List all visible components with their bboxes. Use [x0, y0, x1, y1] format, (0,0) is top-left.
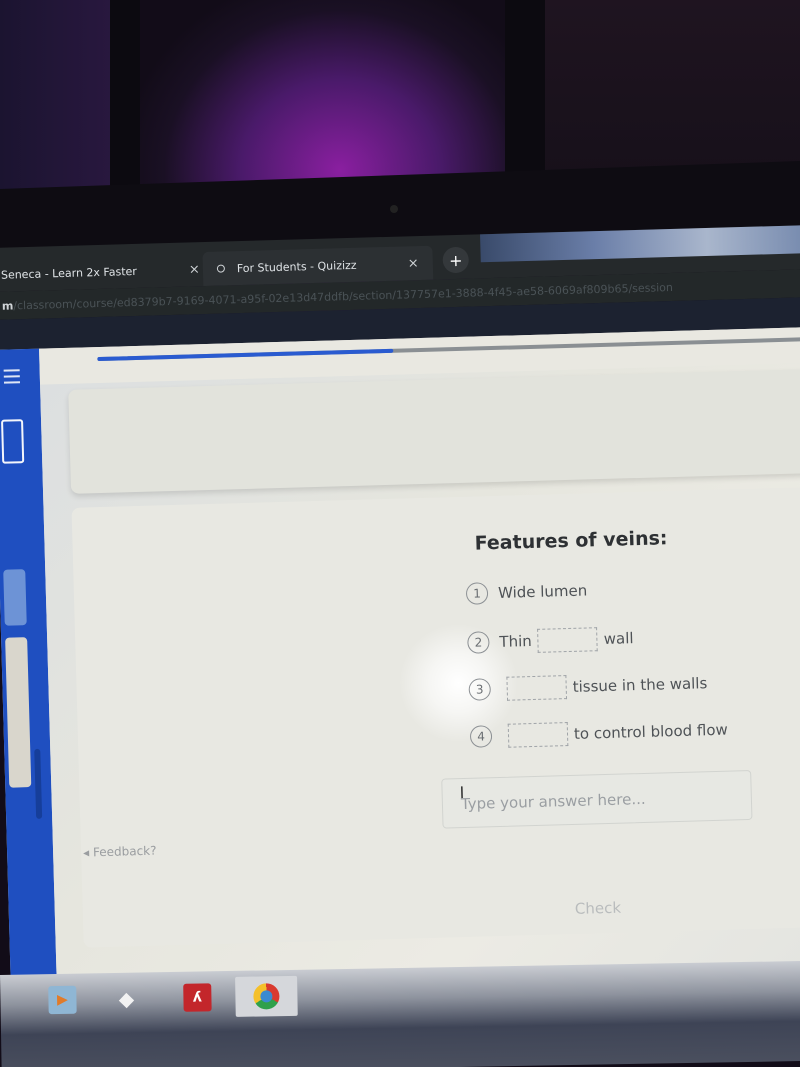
dropbox-icon[interactable]: ◆: [112, 985, 140, 1013]
webcam-icon: [390, 205, 398, 213]
desktop-wallpaper: [480, 224, 800, 263]
feedback-label: Feedback?: [92, 843, 157, 860]
list-item: 2 Thin wall: [467, 626, 634, 655]
close-tab-icon[interactable]: ×: [408, 256, 419, 271]
tab-label: For Students - Quizizz: [236, 258, 357, 275]
sidebar-scrollbar[interactable]: [34, 748, 43, 819]
progress-fill: [97, 348, 394, 362]
hamburger-menu-icon[interactable]: [3, 369, 21, 387]
media-player-icon[interactable]: ▶: [48, 985, 77, 1015]
quiz-app: Features of veins: 1 Wide lumen 2 Thin w…: [0, 326, 800, 1000]
answer-blank[interactable]: [537, 627, 599, 653]
item-number: 4: [469, 725, 493, 748]
answer-blank[interactable]: [506, 675, 568, 701]
new-tab-button[interactable]: +: [442, 246, 470, 274]
item-text: tissue in the walls: [572, 674, 708, 696]
text-cursor-icon: I: [459, 782, 465, 803]
taskbar: ▶ ◆ ʎ: [0, 960, 800, 1067]
item-text: to control blood flow: [573, 720, 729, 743]
loading-icon: [216, 264, 225, 273]
item-text: wall: [603, 629, 634, 649]
item-text: Wide lumen: [497, 581, 588, 602]
answer-input[interactable]: Type your answer here...: [441, 769, 753, 829]
screen: Seneca - Learn 2x Faster × For Students …: [0, 217, 800, 1000]
chrome-icon[interactable]: [235, 975, 298, 1017]
photo-scene: Seneca - Learn 2x Faster × For Students …: [0, 0, 800, 1067]
item-text: Thin: [499, 632, 533, 651]
content-area: Features of veins: 1 Wide lumen 2 Thin w…: [40, 362, 800, 999]
tab-label: Seneca - Learn 2x Faster: [0, 264, 137, 282]
sidebar-button[interactable]: [1, 419, 25, 464]
megaphone-icon: ◂: [82, 845, 90, 860]
list-item: 1 Wide lumen: [465, 579, 588, 605]
item-number: 3: [468, 678, 492, 701]
check-button[interactable]: Check: [575, 899, 622, 918]
item-number: 2: [467, 631, 490, 654]
acrobat-icon[interactable]: ʎ: [183, 983, 212, 1012]
sidebar-item[interactable]: [3, 569, 27, 626]
answer-blank[interactable]: [507, 722, 569, 748]
sidebar-item[interactable]: [5, 637, 32, 788]
url-host: m: [1, 298, 14, 313]
tab-seneca[interactable]: Seneca - Learn 2x Faster ×: [0, 252, 201, 292]
previous-card: [68, 368, 800, 494]
item-number: 1: [465, 582, 489, 605]
close-tab-icon[interactable]: ×: [189, 262, 200, 277]
feedback-link[interactable]: ◂ Feedback?: [83, 844, 157, 860]
